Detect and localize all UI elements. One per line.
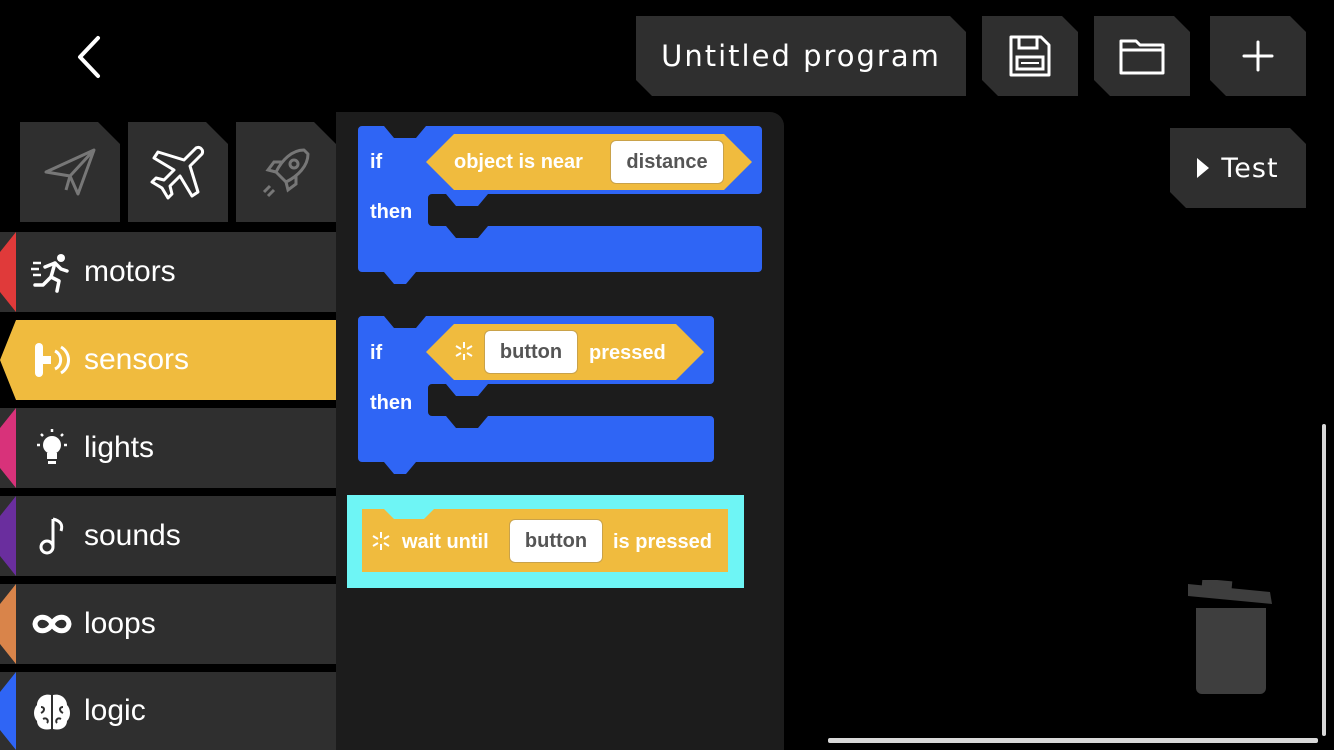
lightbulb-icon <box>30 426 74 470</box>
button-sensor-icon <box>455 342 473 360</box>
plus-icon <box>1241 39 1275 73</box>
category-sensors[interactable]: sensors <box>0 320 336 400</box>
mode-tab-paper-plane[interactable] <box>20 122 120 222</box>
trash-can-icon <box>1188 578 1272 694</box>
category-color-stripe <box>0 232 16 312</box>
horizontal-scrollbar[interactable] <box>828 738 1318 743</box>
chevron-left-icon <box>78 36 100 78</box>
play-icon <box>1197 158 1209 178</box>
brain-icon <box>30 690 74 734</box>
test-button[interactable]: Test <box>1170 128 1306 208</box>
mode-tab-airplane[interactable] <box>128 122 228 222</box>
if-label: if <box>370 342 383 364</box>
then-label: then <box>370 392 413 414</box>
pressed-label: pressed <box>589 342 666 364</box>
category-label: sensors <box>84 343 190 376</box>
is-pressed-label: is pressed <box>613 531 712 553</box>
floppy-disk-icon <box>1007 33 1053 79</box>
button-dropdown[interactable]: button <box>484 330 578 374</box>
category-label: logic <box>84 694 146 727</box>
mode-tab-rocket[interactable] <box>236 122 336 222</box>
wait-until-block-highlight[interactable]: wait until button is pressed <box>347 495 744 588</box>
category-color-stripe <box>0 584 16 664</box>
if-button-block[interactable]: if then button pressed <box>358 316 716 476</box>
if-near-block[interactable]: if then object is near distance <box>358 126 764 286</box>
category-color-stripe <box>0 408 16 488</box>
open-folder-button[interactable] <box>1094 16 1190 96</box>
category-sounds[interactable]: sounds <box>0 496 336 576</box>
category-color-stripe <box>0 672 16 750</box>
airplane-icon <box>146 140 210 204</box>
program-title-button[interactable]: Untitled program <box>636 16 966 96</box>
category-label: loops <box>84 607 156 640</box>
button-dropdown[interactable]: button <box>509 519 603 563</box>
back-button[interactable] <box>60 30 120 85</box>
new-program-button[interactable] <box>1210 16 1306 96</box>
sensor-icon <box>30 338 74 382</box>
button-sensor-icon <box>372 532 390 550</box>
category-label: sounds <box>84 519 181 552</box>
distance-dropdown[interactable]: distance <box>610 140 724 184</box>
folder-icon <box>1118 35 1166 77</box>
then-label: then <box>370 201 413 223</box>
program-title: Untitled program <box>661 39 941 73</box>
wait-until-label: wait until <box>402 531 489 553</box>
category-label: motors <box>84 255 176 288</box>
if-label: if <box>370 151 383 173</box>
category-label: lights <box>84 431 155 464</box>
music-note-icon <box>30 514 74 558</box>
category-logic[interactable]: logic <box>0 672 336 750</box>
condition-label: object is near <box>454 151 583 173</box>
category-lights[interactable]: lights <box>0 408 336 488</box>
test-label: Test <box>1221 152 1279 184</box>
vertical-scrollbar[interactable] <box>1322 424 1326 736</box>
paper-plane-icon <box>40 142 100 202</box>
category-loops[interactable]: loops <box>0 584 336 664</box>
save-button[interactable] <box>982 16 1078 96</box>
category-motors[interactable]: motors <box>0 232 336 312</box>
running-man-icon <box>30 250 74 294</box>
infinity-icon <box>30 602 74 646</box>
rocket-icon <box>256 142 316 202</box>
trash-can[interactable] <box>1186 578 1276 696</box>
category-color-stripe <box>0 496 16 576</box>
